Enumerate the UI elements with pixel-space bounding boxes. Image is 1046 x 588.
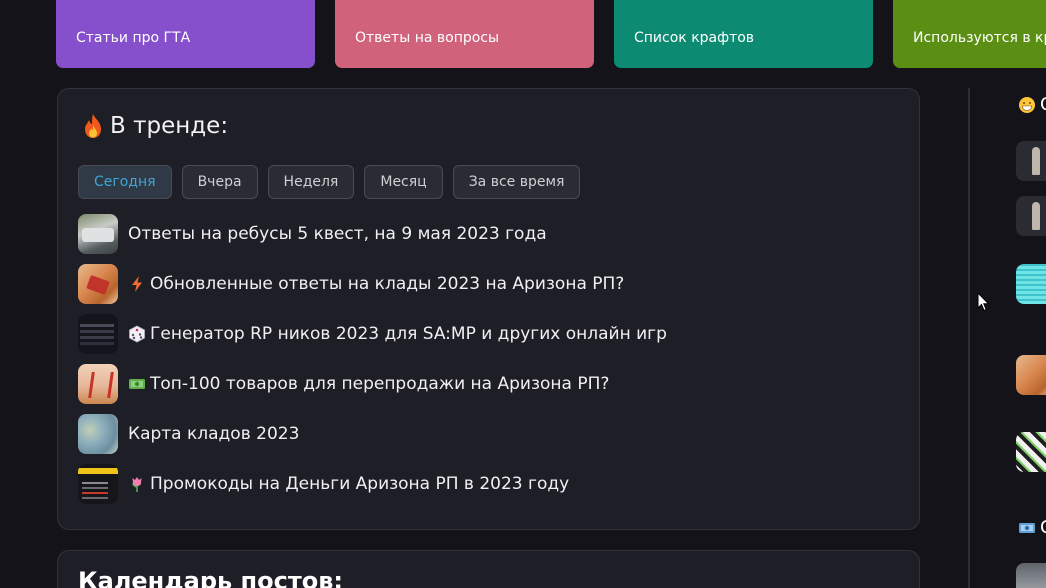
sidebar-heading-1: С: [1018, 94, 1046, 115]
sidebar-thumbnail[interactable]: [1016, 355, 1046, 395]
list-item[interactable]: Генератор RP ников 2023 для SA:MP и друг…: [78, 309, 667, 359]
money-icon: [129, 379, 145, 389]
post-thumbnail[interactable]: [78, 414, 118, 454]
post-title-link[interactable]: Ответы на ребусы 5 квест, на 9 мая 2023 …: [128, 224, 547, 244]
sidebar-thumbnail[interactable]: [1016, 432, 1046, 472]
calendar-title: Календарь постов:: [78, 567, 344, 588]
post-title: Топ-100 товаров для перепродажи на Аризо…: [150, 374, 610, 394]
tulip-icon: [132, 477, 142, 492]
category-gta-articles[interactable]: Статьи про ГТА: [56, 0, 315, 68]
dice-icon: [129, 325, 145, 343]
page: Статьи про ГТА Ответы на вопросы Список …: [0, 0, 1046, 588]
category-label: Ответы на вопросы: [355, 30, 500, 46]
list-item[interactable]: Топ-100 товаров для перепродажи на Аризо…: [78, 359, 667, 409]
mouse-cursor-icon: [977, 292, 990, 312]
post-title: Промокоды на Деньги Аризона РП в 2023 го…: [150, 474, 570, 494]
list-item[interactable]: Промокоды на Деньги Аризона РП в 2023 го…: [78, 459, 667, 509]
money-icon: [1019, 522, 1035, 533]
flame-icon: [82, 113, 104, 139]
post-title: Генератор RP ников 2023 для SA:MP и друг…: [150, 324, 667, 344]
post-title-link[interactable]: Обновленные ответы на клады 2023 на Ариз…: [128, 274, 624, 294]
trending-title: В тренде:: [82, 113, 228, 139]
trending-list: Ответы на ребусы 5 квест, на 9 мая 2023 …: [78, 209, 667, 509]
tab-month[interactable]: Месяц: [364, 165, 443, 199]
post-thumbnail[interactable]: [78, 364, 118, 404]
post-title-link[interactable]: Генератор RP ников 2023 для SA:MP и друг…: [128, 324, 667, 344]
category-label: Статьи про ГТА: [76, 30, 191, 46]
post-title-link[interactable]: Карта кладов 2023: [128, 424, 299, 444]
category-answers[interactable]: Ответы на вопросы: [335, 0, 594, 68]
post-thumbnail[interactable]: [78, 214, 118, 254]
list-item[interactable]: Карта кладов 2023: [78, 409, 667, 459]
sidebar-thumbnail[interactable]: [1016, 264, 1046, 304]
sidebar-thumbnail[interactable]: [1016, 141, 1046, 181]
tab-all-time[interactable]: За все время: [452, 165, 581, 199]
trending-panel: В тренде: Сегодня Вчера Неделя Месяц За …: [57, 88, 920, 530]
post-thumbnail[interactable]: [78, 314, 118, 354]
post-thumbnail[interactable]: [78, 464, 118, 504]
category-label: Список крафтов: [634, 30, 755, 46]
post-title: Ответы на ребусы 5 квест, на 9 мая 2023 …: [128, 224, 547, 244]
sidebar-heading-text: С: [1040, 94, 1046, 115]
tab-today[interactable]: Сегодня: [78, 165, 172, 199]
category-label: Используются в кр: [913, 30, 1046, 46]
trending-title-text: В тренде:: [110, 113, 229, 139]
post-title: Обновленные ответы на клады 2023 на Ариз…: [150, 274, 625, 294]
post-title: Карта кладов 2023: [128, 424, 300, 444]
post-title-link[interactable]: Топ-100 товаров для перепродажи на Аризо…: [128, 374, 609, 394]
sidebar-heading-2: С: [1018, 517, 1046, 538]
sidebar-thumbnail[interactable]: [1016, 196, 1046, 236]
sidebar-thumbnail[interactable]: [1016, 563, 1046, 588]
post-title-link[interactable]: Промокоды на Деньги Аризона РП в 2023 го…: [128, 474, 569, 494]
list-item[interactable]: Ответы на ребусы 5 квест, на 9 мая 2023 …: [78, 209, 667, 259]
list-item[interactable]: Обновленные ответы на клады 2023 на Ариз…: [78, 259, 667, 309]
lightning-icon: [132, 276, 142, 292]
post-thumbnail[interactable]: [78, 264, 118, 304]
sidebar-heading-text: С: [1040, 517, 1046, 538]
category-crafts[interactable]: Список крафтов: [614, 0, 873, 68]
grin-icon: [1019, 96, 1035, 113]
calendar-panel: Календарь постов:: [57, 550, 920, 588]
sidebar-divider: [968, 88, 970, 588]
tab-yesterday[interactable]: Вчера: [181, 165, 258, 199]
category-used-in-crafts[interactable]: Используются в кр: [893, 0, 1046, 68]
period-tabs: Сегодня Вчера Неделя Месяц За все время: [78, 165, 581, 199]
tab-week[interactable]: Неделя: [267, 165, 355, 199]
